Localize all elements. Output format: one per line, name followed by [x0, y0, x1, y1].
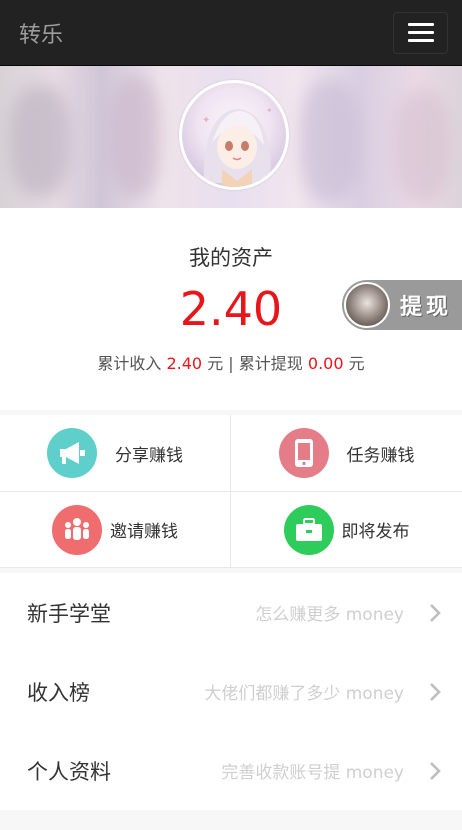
assets-panel: 我的资产 2.40 累计收入 2.40 元 | 累计提现 0.00 元 提现: [0, 208, 462, 410]
megaphone-icon: [47, 428, 97, 478]
action-label: 即将发布: [341, 522, 410, 542]
action-grid: 分享赚钱 任务赚钱 邀请赚钱 即将发布: [0, 415, 462, 568]
menu-item-hint: 怎么赚更多 money: [255, 605, 404, 625]
menu-toggle-button[interactable]: [393, 11, 448, 54]
briefcase-icon: [283, 504, 334, 555]
menu-item-label: 收入榜: [27, 680, 90, 705]
menu-item-profile[interactable]: 个人资料 完善收款账号提 money: [0, 731, 462, 810]
share-earn-button[interactable]: 分享赚钱: [0, 415, 231, 492]
task-earn-button[interactable]: 任务赚钱: [231, 415, 462, 492]
chevron-right-icon: [430, 603, 441, 622]
action-label: 邀请赚钱: [110, 522, 178, 542]
withdraw-button[interactable]: 提现: [342, 280, 462, 330]
menu-item-label: 个人资料: [27, 759, 111, 784]
action-label: 分享赚钱: [115, 445, 183, 466]
action-label: 任务赚钱: [346, 445, 415, 466]
phone-icon: [278, 428, 329, 478]
menu-list: 新手学堂 怎么赚更多 money 收入榜 大佬们都赚了多少 money 个人资料…: [0, 573, 462, 810]
income-label: 累计收入: [97, 354, 162, 373]
menu-item-hint: 完善收款账号提 money: [221, 763, 404, 783]
hamburger-icon: [407, 23, 434, 26]
invite-earn-button[interactable]: 邀请赚钱: [0, 492, 231, 568]
menu-item-income-ranking[interactable]: 收入榜 大佬们都赚了多少 money: [0, 652, 462, 731]
assets-title: 我的资产: [189, 246, 273, 270]
chevron-right-icon: [430, 682, 441, 701]
menu-item-tutorial[interactable]: 新手学堂 怎么赚更多 money: [0, 573, 462, 652]
income-unit: 元: [207, 354, 224, 373]
menu-item-hint: 大佬们都赚了多少 money: [204, 684, 404, 704]
income-value: 2.40: [166, 354, 203, 373]
withdrawn-label: 累计提现: [238, 354, 303, 373]
profile-banner: ✦ ✦: [0, 66, 462, 208]
withdrawn-value: 0.00: [307, 354, 344, 373]
chevron-right-icon: [430, 761, 441, 780]
withdrawn-unit: 元: [348, 354, 365, 373]
withdraw-label: 提现: [400, 294, 453, 320]
user-avatar[interactable]: ✦ ✦: [179, 80, 289, 190]
assets-summary: 累计收入 2.40 元 | 累计提现 0.00 元: [0, 350, 462, 374]
svg-text:✦: ✦: [266, 106, 273, 115]
svg-text:✦: ✦: [202, 115, 210, 126]
navbar: 转乐: [0, 0, 462, 66]
anime-avatar-small: [344, 282, 390, 328]
coming-soon-button[interactable]: 即将发布: [231, 492, 462, 568]
separator: |: [228, 354, 234, 373]
anime-avatar: ✦ ✦: [202, 106, 273, 187]
menu-item-label: 新手学堂: [27, 601, 111, 626]
people-icon: [52, 504, 102, 555]
app-brand[interactable]: 转乐: [19, 17, 63, 49]
